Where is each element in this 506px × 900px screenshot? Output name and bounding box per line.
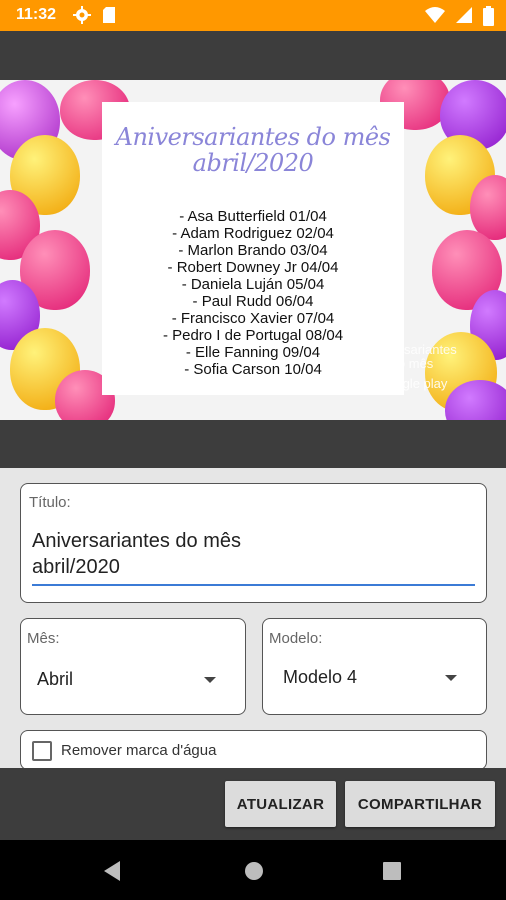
list-item: - Daniela Luján 05/04 <box>181 276 325 293</box>
gear-icon <box>73 6 91 24</box>
month-select[interactable]: Mês: Abril <box>20 618 246 715</box>
remove-watermark-checkbox[interactable] <box>32 741 52 761</box>
chevron-down-icon <box>204 677 216 683</box>
model-select[interactable]: Modelo: Modelo 4 <box>262 618 487 715</box>
back-icon[interactable] <box>102 860 122 882</box>
list-item: - Paul Rudd 06/04 <box>192 293 314 310</box>
form-panel: Título: Mês: Abril Modelo: Modelo 4 Remo… <box>0 468 506 768</box>
sd-card-icon <box>103 7 115 23</box>
home-icon[interactable] <box>244 861 264 881</box>
battery-icon <box>483 6 494 26</box>
title-field: Título: <box>20 483 487 603</box>
watermark-line2: do mês <box>390 356 434 371</box>
play-store-icon <box>352 370 370 394</box>
remove-watermark-label: Remover marca d'água <box>61 742 217 759</box>
card-title-line2: abril/2020 <box>192 149 314 177</box>
model-value: Modelo 4 <box>283 667 358 687</box>
status-bar: 11:32 <box>0 0 506 31</box>
model-label: Modelo: <box>269 630 323 647</box>
chevron-down-icon <box>445 675 457 681</box>
recents-icon[interactable] <box>383 862 401 880</box>
watermark-store: Google play <box>378 376 448 391</box>
wifi-icon <box>425 7 445 23</box>
remove-watermark-row[interactable]: Remover marca d'água <box>20 730 487 768</box>
preview-footer <box>0 420 506 468</box>
action-bar: ATUALIZAR COMPARTILHAR <box>0 768 506 840</box>
month-label: Mês: <box>27 630 60 647</box>
status-time: 11:32 <box>16 6 57 23</box>
list-item: - Adam Rodriguez 02/04 <box>172 225 334 242</box>
app-toolbar <box>0 31 506 80</box>
list-item: - Robert Downey Jr 04/04 <box>167 259 339 276</box>
update-button[interactable]: ATUALIZAR <box>225 781 336 827</box>
title-input[interactable] <box>32 528 475 586</box>
share-button[interactable]: COMPARTILHAR <box>345 781 495 827</box>
month-value: Abril <box>37 669 74 689</box>
list-item: - Pedro I de Portugal 08/04 <box>162 327 344 344</box>
birthday-preview-image: Aniversariantes do mês abril/2020 - Asa … <box>0 80 506 420</box>
watermark: Aniversariantes do mês <box>352 343 472 371</box>
card-title: Aniversariantes do mês abril/2020 <box>102 124 404 176</box>
watermark-line1: Aniversariantes <box>367 342 457 357</box>
title-label: Título: <box>29 494 71 511</box>
card-title-line1: Aniversariantes do mês <box>115 123 391 151</box>
list-item: - Asa Butterfield 01/04 <box>179 208 327 225</box>
navigation-bar <box>0 840 506 900</box>
signal-icon <box>456 7 472 23</box>
list-item: - Marlon Brando 03/04 <box>178 242 328 259</box>
list-item: - Francisco Xavier 07/04 <box>171 310 335 327</box>
